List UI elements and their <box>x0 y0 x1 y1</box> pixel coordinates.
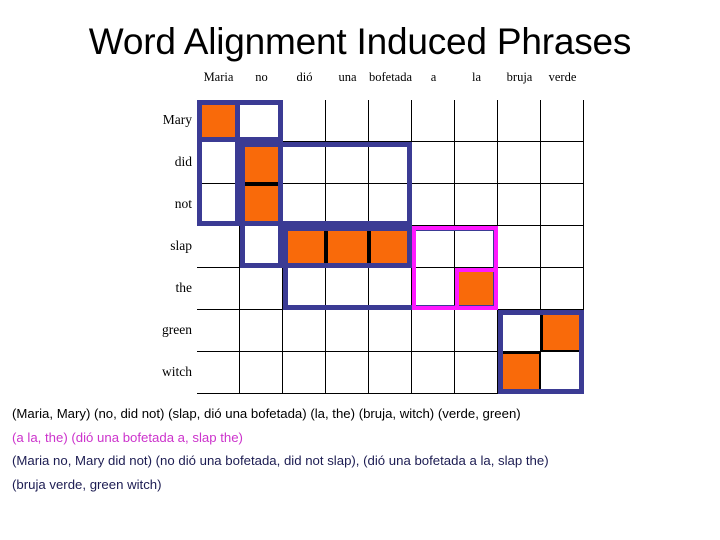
matrix-cell-r0-c4 <box>369 100 412 142</box>
matrix-cell-r5-c3 <box>326 310 369 352</box>
matrix-cell-r5-c4 <box>369 310 412 352</box>
matrix-cell-r4-c7 <box>498 268 541 310</box>
matrix-cell-r3-c0 <box>197 226 240 268</box>
matrix-cell-r5-c2 <box>283 310 326 352</box>
matrix-cell-r2-c8 <box>541 184 584 226</box>
target-word-witch: witch <box>162 364 192 379</box>
target-word-the: the <box>175 280 193 295</box>
matrix-cell-r5-c5 <box>412 310 455 352</box>
matrix-cell-r5-c6 <box>455 310 498 352</box>
matrix-cell-r1-c7 <box>498 142 541 184</box>
caption-line-1: (Maria, Mary) (no, did not) (slap, dió u… <box>12 406 521 421</box>
target-word-slap: slap <box>170 238 192 253</box>
matrix-cell-r1-c5 <box>412 142 455 184</box>
matrix-cell-r4-c0 <box>197 268 240 310</box>
matrix-cell-r0-c8 <box>541 100 584 142</box>
matrix-cell-r1-c8 <box>541 142 584 184</box>
target-word-green: green <box>162 322 192 337</box>
matrix-cell-r0-c5 <box>412 100 455 142</box>
induced-phrase-caption: (Maria, Mary) (no, did not) (slap, dió u… <box>12 402 712 496</box>
caption-line-4: (bruja verde, green witch) <box>12 476 162 492</box>
source-word-header-row: Maria no dió una bofetada a la bruja verde <box>197 70 584 94</box>
matrix-cell-r6-c2 <box>283 352 326 394</box>
target-word-header-column: Mary did not slap the green witch <box>120 100 192 394</box>
matrix-cell-r6-c0 <box>197 352 240 394</box>
matrix-cell-r6-c4 <box>369 352 412 394</box>
phrase-box-blue-8 <box>498 310 584 394</box>
matrix-cell-r6-c3 <box>326 352 369 394</box>
target-word-did: did <box>174 154 192 169</box>
matrix-cell-r6-c5 <box>412 352 455 394</box>
matrix-cell-r2-c7 <box>498 184 541 226</box>
matrix-cell-r0-c3 <box>326 100 369 142</box>
caption-line-3: (Maria no, Mary did not) (no dió una bof… <box>12 453 549 468</box>
matrix-cell-r5-c1 <box>240 310 283 352</box>
matrix-cell-r0-c7 <box>498 100 541 142</box>
matrix-cell-r2-c5 <box>412 184 455 226</box>
matrix-cell-r2-c6 <box>455 184 498 226</box>
word-alignment-matrix <box>197 100 584 394</box>
matrix-cell-r4-c8 <box>541 268 584 310</box>
matrix-cell-r5-c0 <box>197 310 240 352</box>
phrase-box-magenta-7 <box>455 268 498 310</box>
matrix-cell-r3-c7 <box>498 226 541 268</box>
matrix-cell-r4-c1 <box>240 268 283 310</box>
source-word-verde: verde <box>548 70 577 84</box>
target-word-not: not <box>174 196 192 211</box>
matrix-cell-r6-c1 <box>240 352 283 394</box>
target-word-Mary: Mary <box>162 112 192 127</box>
matrix-cell-r3-c8 <box>541 226 584 268</box>
matrix-cell-r1-c6 <box>455 142 498 184</box>
caption-line-2: (a la, the) (dió una bofetada a, slap th… <box>12 429 243 445</box>
page-title: Word Alignment Induced Phrases <box>88 21 632 62</box>
matrix-cell-r6-c6 <box>455 352 498 394</box>
matrix-cell-r0-c6 <box>455 100 498 142</box>
phrase-box-blue-3 <box>240 142 412 226</box>
matrix-cell-r0-c2 <box>283 100 326 142</box>
phrase-box-blue-1 <box>197 100 240 226</box>
